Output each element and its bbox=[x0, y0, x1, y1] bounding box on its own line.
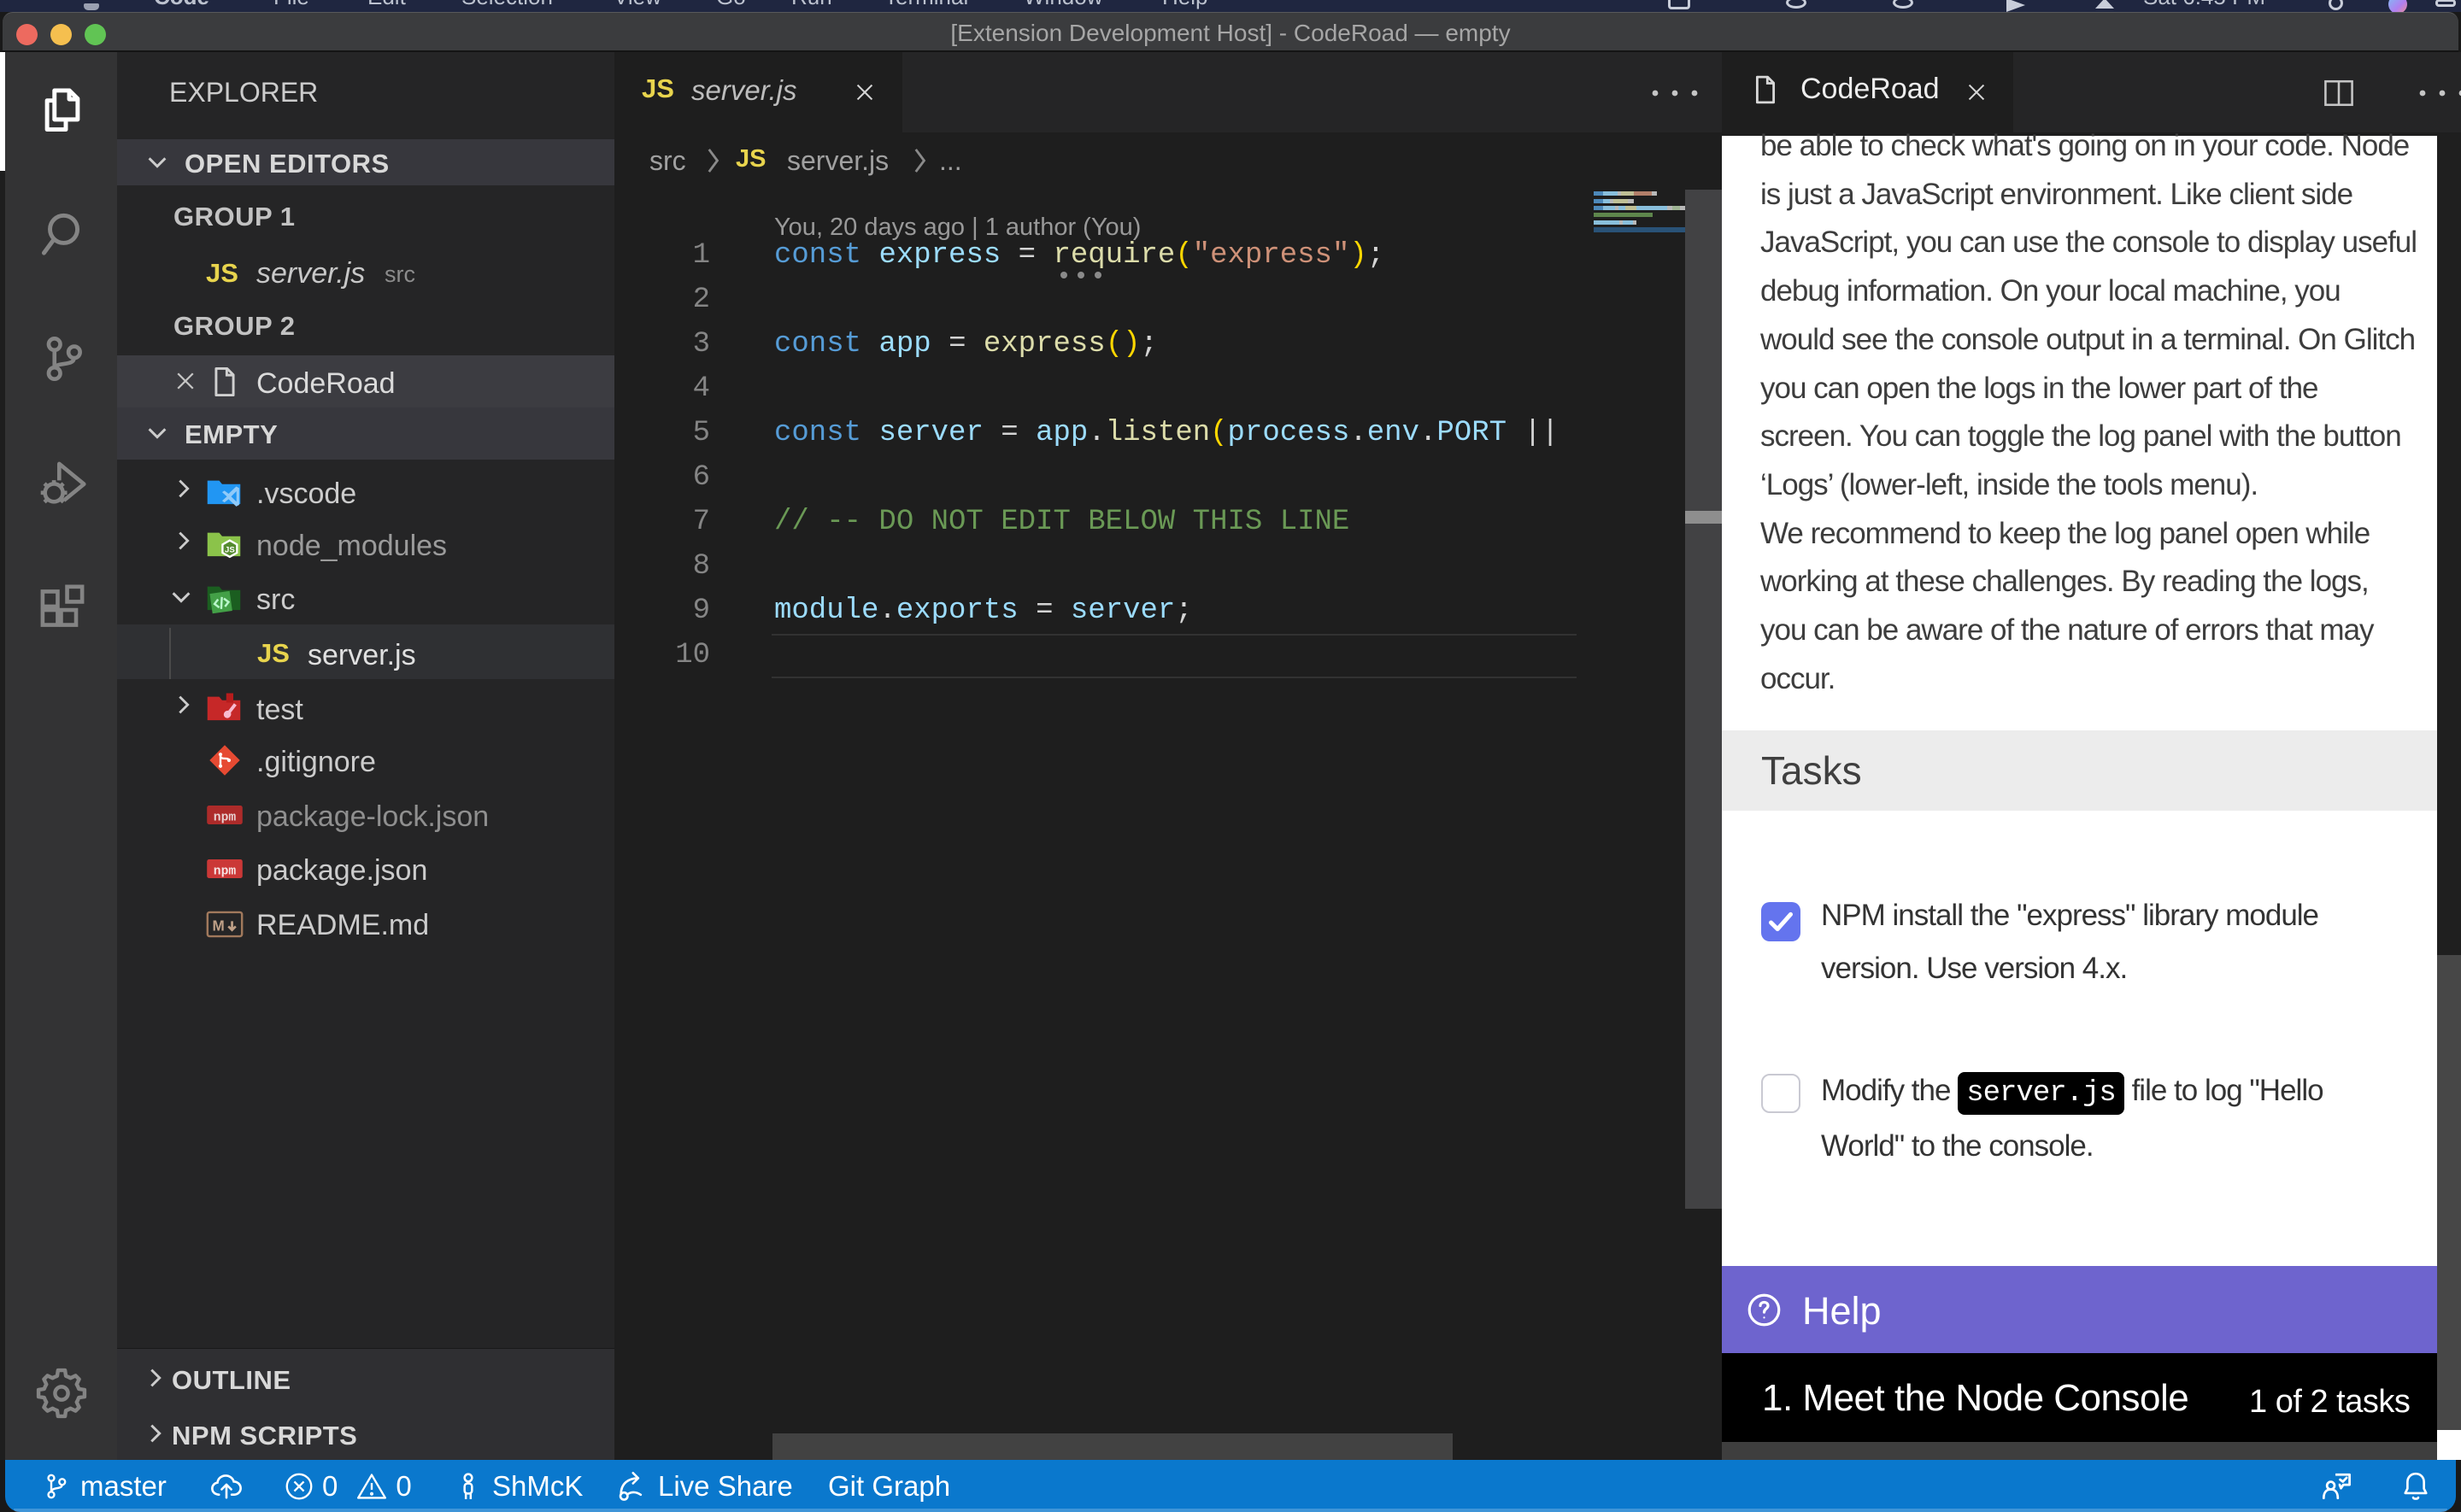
svg-text:JS: JS bbox=[225, 545, 235, 554]
svg-text:npm: npm bbox=[214, 812, 237, 825]
svg-text:npm: npm bbox=[214, 865, 237, 879]
svg-text:M: M bbox=[213, 917, 225, 934]
